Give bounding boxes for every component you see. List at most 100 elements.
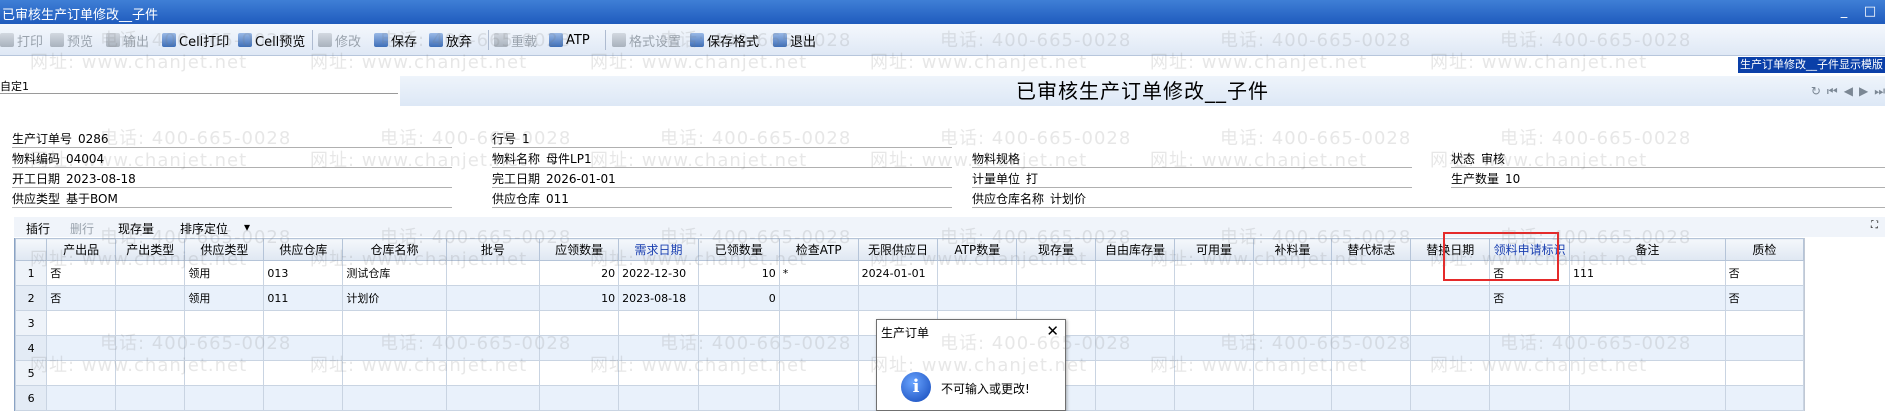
grid-cell[interactable] bbox=[263, 385, 344, 411]
grid-cell[interactable] bbox=[1489, 335, 1571, 361]
column-header[interactable]: 补料量 bbox=[1252, 238, 1333, 261]
toolbar-button-9[interactable]: ATP bbox=[549, 31, 590, 49]
grid-cell[interactable] bbox=[539, 335, 620, 361]
column-header[interactable]: 无限供应日 bbox=[857, 238, 939, 261]
grid-cell[interactable] bbox=[1174, 285, 1254, 311]
grid-cell[interactable] bbox=[342, 310, 447, 336]
toolbar-button-3[interactable]: Cell打印 bbox=[162, 31, 229, 50]
grid-cell[interactable] bbox=[1252, 260, 1333, 286]
grid-cell[interactable]: 10 bbox=[539, 285, 620, 311]
toolbar-button-11[interactable]: 保存格式 bbox=[690, 31, 759, 50]
stock-button[interactable]: 现存量 bbox=[118, 220, 154, 237]
grid-cell[interactable] bbox=[184, 335, 265, 361]
grid-cell[interactable] bbox=[857, 285, 939, 311]
sort-locate-button[interactable]: 排序定位 bbox=[180, 220, 228, 237]
grid-cell[interactable] bbox=[539, 385, 620, 411]
column-header[interactable]: ATP数量 bbox=[937, 238, 1018, 261]
toolbar-button-1[interactable]: 预览 bbox=[50, 31, 93, 50]
grid-cell[interactable]: 领用 bbox=[184, 260, 265, 286]
toolbar-button-7[interactable]: 放弃 bbox=[429, 31, 472, 50]
grid-cell[interactable] bbox=[342, 335, 447, 361]
column-header[interactable]: 备注 bbox=[1569, 238, 1726, 261]
grid-cell[interactable] bbox=[1252, 360, 1333, 386]
template-select[interactable]: 自定1 bbox=[0, 78, 398, 94]
grid-cell[interactable] bbox=[1094, 335, 1176, 361]
grid-cell[interactable] bbox=[1489, 310, 1571, 336]
grid-cell[interactable] bbox=[1252, 310, 1333, 336]
column-header[interactable]: 替代标志 bbox=[1331, 238, 1412, 261]
supply-type-field[interactable]: 供应类型 基于BOM bbox=[12, 190, 452, 208]
grid-cell[interactable] bbox=[618, 310, 699, 336]
grid-cell[interactable]: 013 bbox=[263, 260, 344, 286]
grid-cell[interactable] bbox=[1410, 310, 1491, 336]
grid-cell[interactable] bbox=[1410, 385, 1491, 411]
grid-cell[interactable] bbox=[1094, 360, 1176, 386]
grid-cell[interactable] bbox=[697, 335, 780, 361]
grid-cell[interactable] bbox=[697, 385, 780, 411]
column-header[interactable]: 自由库存量 bbox=[1094, 238, 1176, 261]
first-record-icon[interactable]: ⏮ bbox=[1827, 84, 1838, 100]
grid-cell[interactable] bbox=[1569, 360, 1726, 386]
grid-cell[interactable] bbox=[445, 285, 541, 311]
grid-cell[interactable] bbox=[115, 310, 186, 336]
grid-cell[interactable] bbox=[1174, 260, 1254, 286]
grid-cell[interactable] bbox=[445, 335, 541, 361]
grid-cell[interactable] bbox=[46, 385, 117, 411]
grid-cell[interactable] bbox=[1094, 385, 1176, 411]
warehouse-name-field[interactable]: 供应仓库名称 计划价 bbox=[972, 190, 1885, 208]
grid-cell[interactable] bbox=[1331, 335, 1412, 361]
grid-cell[interactable] bbox=[1252, 285, 1333, 311]
grid-cell[interactable] bbox=[778, 360, 859, 386]
grid-cell[interactable]: 否 bbox=[46, 285, 117, 311]
grid-cell[interactable] bbox=[1569, 310, 1726, 336]
grid-cell[interactable]: 否 bbox=[1724, 260, 1805, 286]
toolbar-button-0[interactable]: 打印 bbox=[0, 31, 43, 50]
grid-cell[interactable] bbox=[778, 385, 859, 411]
grid-cell[interactable] bbox=[1724, 385, 1805, 411]
grid-cell[interactable] bbox=[342, 385, 447, 411]
order-no-field[interactable]: 生产订单号 0286 bbox=[12, 130, 452, 148]
grid-cell[interactable] bbox=[778, 310, 859, 336]
grid-cell[interactable] bbox=[1331, 260, 1412, 286]
item-code-field[interactable]: 物料编码 04004 bbox=[12, 150, 452, 168]
grid-cell[interactable] bbox=[1174, 385, 1254, 411]
grid-cell[interactable]: 否 bbox=[1724, 285, 1805, 311]
column-header[interactable]: 供应仓库 bbox=[263, 238, 344, 261]
maximize-button[interactable]: □ bbox=[1860, 2, 1880, 22]
next-record-icon[interactable]: ▶ bbox=[1859, 84, 1868, 100]
column-header[interactable]: 质检 bbox=[1724, 238, 1805, 261]
grid-cell[interactable] bbox=[1724, 310, 1805, 336]
grid-cell[interactable] bbox=[263, 360, 344, 386]
start-date-field[interactable]: 开工日期 2023-08-18 bbox=[12, 170, 452, 188]
column-header[interactable]: 现存量 bbox=[1016, 238, 1096, 261]
grid-cell[interactable] bbox=[1174, 310, 1254, 336]
grid-cell[interactable] bbox=[697, 360, 780, 386]
chevron-down-icon[interactable]: ▾ bbox=[244, 220, 250, 234]
column-header[interactable]: 仓库名称 bbox=[342, 238, 447, 261]
grid-cell[interactable] bbox=[263, 335, 344, 361]
grid-cell[interactable] bbox=[1569, 385, 1726, 411]
column-header[interactable]: 应领数量 bbox=[539, 238, 620, 261]
grid-cell[interactable]: 领用 bbox=[184, 285, 265, 311]
warehouse-field[interactable]: 供应仓库 011 bbox=[492, 190, 952, 208]
column-header[interactable]: 供应类型 bbox=[184, 238, 265, 261]
prev-record-icon[interactable]: ◀ bbox=[1844, 84, 1853, 100]
grid-cell[interactable] bbox=[115, 285, 186, 311]
grid-cell[interactable]: 2022-12-30 bbox=[618, 260, 699, 286]
grid-cell[interactable]: 计划价 bbox=[342, 285, 447, 311]
grid-cell[interactable] bbox=[1489, 385, 1571, 411]
grid-cell[interactable] bbox=[1252, 335, 1333, 361]
grid-cell[interactable] bbox=[1252, 385, 1333, 411]
grid-cell[interactable] bbox=[539, 310, 620, 336]
grid-cell[interactable] bbox=[1331, 385, 1412, 411]
grid-cell[interactable] bbox=[1331, 310, 1412, 336]
grid-cell[interactable] bbox=[1410, 335, 1491, 361]
grid-cell[interactable] bbox=[46, 310, 117, 336]
column-header[interactable]: 需求日期 bbox=[618, 238, 699, 261]
toolbar-button-4[interactable]: Cell预览 bbox=[238, 31, 305, 50]
grid-cell[interactable] bbox=[46, 335, 117, 361]
end-date-field[interactable]: 完工日期 2026-01-01 bbox=[492, 170, 952, 188]
column-header[interactable]: 产出品 bbox=[46, 238, 117, 261]
grid-cell[interactable] bbox=[1331, 285, 1412, 311]
grid-cell[interactable] bbox=[1174, 335, 1254, 361]
